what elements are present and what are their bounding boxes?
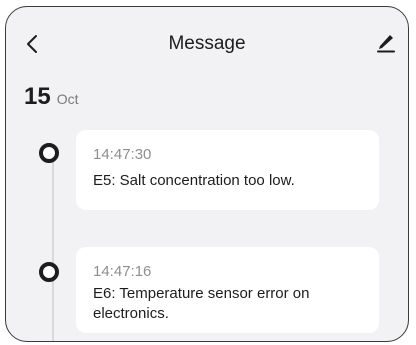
timeline-line: [52, 147, 54, 341]
timeline-dot: [39, 262, 59, 282]
page-title: Message: [168, 33, 246, 54]
message-text: E5: Salt concentration too low.: [93, 172, 295, 189]
timeline-dot: [39, 143, 59, 163]
date-month: Oct: [56, 91, 79, 107]
message-time: 14:47:16: [93, 263, 152, 280]
header: Message: [6, 7, 408, 77]
date-heading: 15 Oct: [24, 83, 78, 111]
message-card[interactable]: 14:47:16 E6: Temperature sensor error on…: [76, 247, 379, 333]
edit-button[interactable]: [374, 29, 398, 55]
date-day: 15: [24, 83, 51, 110]
pencil-icon: [377, 35, 395, 53]
message-card[interactable]: 14:47:30 E5: Salt concentration too low.: [76, 130, 379, 210]
message-time: 14:47:30: [93, 146, 152, 163]
message-text: E6: Temperature sensor error on electron…: [93, 285, 310, 322]
app-window: Message 15 Oct 14:47:30 E5: Salt concent…: [5, 6, 409, 342]
